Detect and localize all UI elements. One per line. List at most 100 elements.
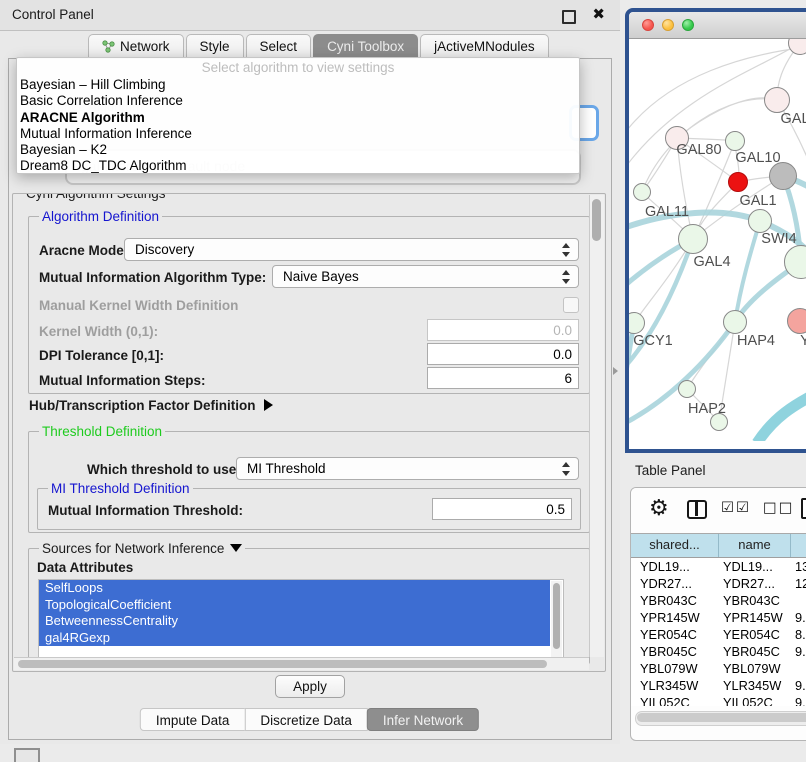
minimize-traffic-light-icon[interactable] [662, 19, 674, 31]
kernel-width-input[interactable] [427, 319, 579, 341]
table-row[interactable]: YIL052CYIL052C9. [631, 694, 806, 706]
settings-horizontal-scrollbar[interactable] [14, 657, 589, 670]
bottom-tab-impute-data[interactable]: Impute Data [140, 708, 246, 731]
network-view-window: GALGAL80GAL10GAL11GAL1SWI4GAL4GCY1HAP4YH… [625, 8, 806, 453]
mi-threshold-input[interactable] [432, 498, 572, 520]
table-toolbar: ⚙ ☑☑ □□ [631, 488, 806, 533]
tab-label: Style [200, 39, 230, 54]
attribute-item-selfloops[interactable]: SelfLoops [39, 580, 550, 597]
mi-steps-input[interactable] [427, 367, 579, 389]
tab-cyni-toolbox[interactable]: Cyni Toolbox [313, 34, 418, 58]
float-window-icon[interactable] [562, 10, 576, 24]
table-row[interactable]: YDL19...YDL19...13 [631, 558, 806, 575]
hub-definition-expander[interactable]: Hub/Transcription Factor Definition [29, 398, 273, 413]
document-icon[interactable] [801, 498, 806, 519]
algorithm-definition-group: Algorithm Definition Aracne Mode: Discov… [28, 216, 590, 394]
tab-select[interactable]: Select [246, 34, 312, 58]
network-node[interactable] [710, 413, 728, 431]
bottom-tab-infer-network[interactable]: Infer Network [367, 708, 479, 731]
column-header-name[interactable]: name [719, 534, 791, 557]
docked-panel-icon[interactable] [14, 748, 40, 762]
unchecked-boxes-icon[interactable]: □□ [763, 500, 794, 516]
table-cell: YDR27... [631, 575, 719, 592]
which-threshold-combo[interactable]: MI Threshold [236, 457, 579, 480]
network-canvas[interactable]: GALGAL80GAL10GAL11GAL1SWI4GAL4GCY1HAP4YH… [629, 39, 806, 441]
threshold-definition-group: Threshold Definition Which threshold to … [28, 431, 590, 533]
network-node-gal4[interactable] [678, 224, 708, 254]
network-node-hap4[interactable] [723, 310, 747, 334]
attribute-item-gal4rgexp[interactable]: gal4RGexp [39, 630, 550, 647]
stepper-icon [562, 270, 571, 284]
aracne-mode-combo[interactable]: Discovery [124, 238, 579, 261]
table-cell: YDL19... [631, 558, 719, 575]
network-node-gal11[interactable] [633, 183, 651, 201]
data-attributes-list[interactable]: SelfLoopsTopologicalCoefficientBetweenne… [38, 579, 564, 661]
network-node-y[interactable] [787, 308, 806, 334]
node-label-swi4: SWI4 [761, 231, 796, 247]
algorithm-option-bayesian-k2[interactable]: Bayesian – K2 [17, 142, 579, 158]
tab-label: Cyni Toolbox [327, 39, 404, 54]
table-cell: YDL19... [719, 558, 791, 575]
apply-button[interactable]: Apply [275, 675, 345, 698]
table-row[interactable]: YER054CYER054C8. [631, 626, 806, 643]
mi-steps-label: Mutual Information Steps: [39, 373, 206, 388]
table-cell: YIL052C [631, 694, 719, 706]
gear-icon[interactable]: ⚙ [649, 496, 669, 521]
table-cell: YLR345W [719, 677, 791, 694]
table-row[interactable]: YBL079WYBL079W [631, 660, 806, 677]
attributes-scrollbar[interactable] [551, 581, 562, 659]
algorithm-option-aracne-algorithm[interactable]: ARACNE Algorithm [17, 110, 579, 126]
sources-legend[interactable]: Sources for Network Inference [39, 541, 245, 556]
algorithm-option-mutual-information-inference[interactable]: Mutual Information Inference [17, 126, 579, 142]
network-node-gal10[interactable] [725, 131, 745, 151]
network-node[interactable] [769, 162, 797, 190]
control-panel-body: Inference Algorithm gal-filtered.sif def… [8, 58, 612, 740]
node-label-gal: GAL [780, 111, 806, 127]
tab-style[interactable]: Style [186, 34, 244, 58]
algorithm-option-bayesian-hill-climbing[interactable]: Bayesian – Hill Climbing [17, 77, 579, 93]
table-row[interactable]: YBR043CYBR043C [631, 592, 806, 609]
table-horizontal-scrollbar[interactable] [635, 711, 806, 726]
table-cell: YBL079W [719, 660, 791, 677]
column-header-shared[interactable]: shared... [631, 534, 719, 557]
aracne-mode-label: Aracne Mode: [39, 243, 128, 258]
settings-vertical-scrollbar[interactable] [589, 195, 604, 657]
algorithm-dropdown-placeholder: Select algorithm to view settings [17, 60, 579, 77]
sources-group: Sources for Network Inference Data Attri… [28, 548, 590, 664]
table-cell: YBR045C [719, 643, 791, 660]
dpi-tolerance-input[interactable] [427, 343, 579, 365]
expand-right-icon [264, 399, 273, 411]
table-row[interactable]: YDR27...YDR27...12 [631, 575, 806, 592]
table-row[interactable]: YBR045CYBR045C9. [631, 643, 806, 660]
checked-boxes-icon[interactable]: ☑☑ [721, 500, 751, 516]
network-node-gal1[interactable] [748, 209, 772, 233]
node-label-hap4: HAP4 [737, 333, 775, 349]
table-cell: YPR145W [719, 609, 791, 626]
splitpane-collapse-icon[interactable] [613, 367, 618, 375]
table-cell [791, 660, 806, 677]
split-columns-icon[interactable] [687, 500, 707, 519]
tab-jactivemnodules[interactable]: jActiveMNodules [420, 34, 549, 58]
mi-type-combo[interactable]: Naive Bayes [272, 265, 579, 288]
tab-network[interactable]: Network [88, 34, 184, 58]
network-node-hap2[interactable] [678, 380, 696, 398]
algorithm-option-dream8-dc-tdc-algorithm[interactable]: Dream8 DC_TDC Algorithm [17, 158, 579, 174]
zoom-traffic-light-icon[interactable] [682, 19, 694, 31]
algorithm-option-basic-correlation-inference[interactable]: Basic Correlation Inference [17, 93, 579, 109]
close-traffic-light-icon[interactable] [642, 19, 654, 31]
table-row[interactable]: YPR145WYPR145W9. [631, 609, 806, 626]
table-header: shared...name [631, 533, 806, 558]
bottom-tab-discretize-data[interactable]: Discretize Data [244, 708, 368, 731]
network-node[interactable] [728, 172, 748, 192]
network-window-titlebar[interactable] [629, 12, 806, 39]
attribute-item-betweennesscentrality[interactable]: BetweennessCentrality [39, 613, 550, 630]
table-row[interactable]: YLR345WYLR345W9. [631, 677, 806, 694]
node-label-gal4: GAL4 [693, 254, 730, 270]
manual-kernel-checkbox[interactable] [563, 297, 579, 313]
attribute-item-topologicalcoefficient[interactable]: TopologicalCoefficient [39, 597, 550, 614]
data-attributes-label: Data Attributes [37, 560, 133, 575]
column-header-blank[interactable] [791, 534, 806, 557]
table-cell: YBL079W [631, 660, 719, 677]
close-icon[interactable]: ✖ [592, 5, 605, 23]
network-node-gal[interactable] [764, 87, 790, 113]
